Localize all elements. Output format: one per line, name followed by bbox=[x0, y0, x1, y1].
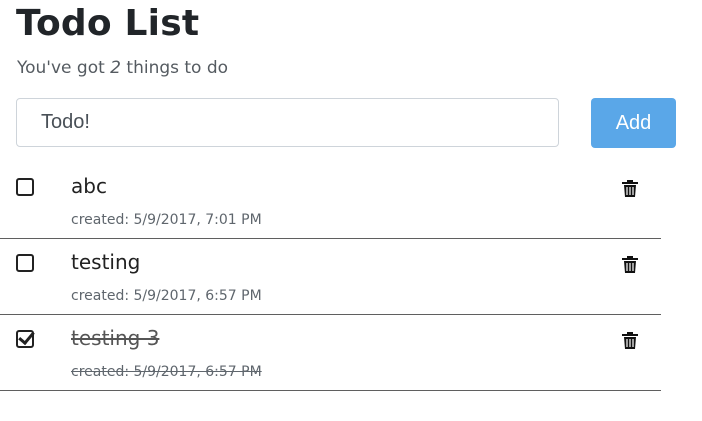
delete-button[interactable] bbox=[619, 329, 641, 351]
todo-text: abc bbox=[71, 174, 107, 198]
todo-app: Todo List You've got 2 things to do Add … bbox=[0, 0, 702, 421]
todo-checkbox[interactable] bbox=[16, 178, 34, 196]
todo-created: created: 5/9/2017, 7:01 PM bbox=[71, 212, 262, 228]
page-title: Todo List bbox=[16, 3, 200, 44]
trash-icon bbox=[622, 180, 638, 197]
todo-summary: You've got 2 things to do bbox=[17, 56, 228, 80]
summary-prefix: You've got bbox=[17, 58, 105, 78]
todo-checkbox[interactable] bbox=[16, 254, 34, 272]
todo-item: testing created: 5/9/2017, 6:57 PM bbox=[0, 239, 661, 315]
summary-suffix: things to do bbox=[126, 58, 229, 78]
todo-checkbox-checked[interactable] bbox=[16, 330, 34, 348]
todo-created: created: 5/9/2017, 6:57 PM bbox=[71, 364, 262, 380]
todo-created: created: 5/9/2017, 6:57 PM bbox=[71, 288, 262, 304]
todo-text: testing 3 bbox=[71, 326, 160, 350]
trash-icon bbox=[622, 332, 638, 349]
summary-count: 2 bbox=[110, 58, 121, 78]
todo-input[interactable] bbox=[16, 98, 559, 147]
todo-text: testing bbox=[71, 250, 141, 274]
todo-item-completed: testing 3 created: 5/9/2017, 6:57 PM bbox=[0, 315, 661, 391]
add-button[interactable]: Add bbox=[591, 98, 676, 148]
trash-icon bbox=[622, 256, 638, 273]
delete-button[interactable] bbox=[619, 253, 641, 275]
todo-list: abc created: 5/9/2017, 7:01 PM testing c… bbox=[0, 163, 661, 391]
delete-button[interactable] bbox=[619, 177, 641, 199]
todo-item: abc created: 5/9/2017, 7:01 PM bbox=[0, 163, 661, 239]
